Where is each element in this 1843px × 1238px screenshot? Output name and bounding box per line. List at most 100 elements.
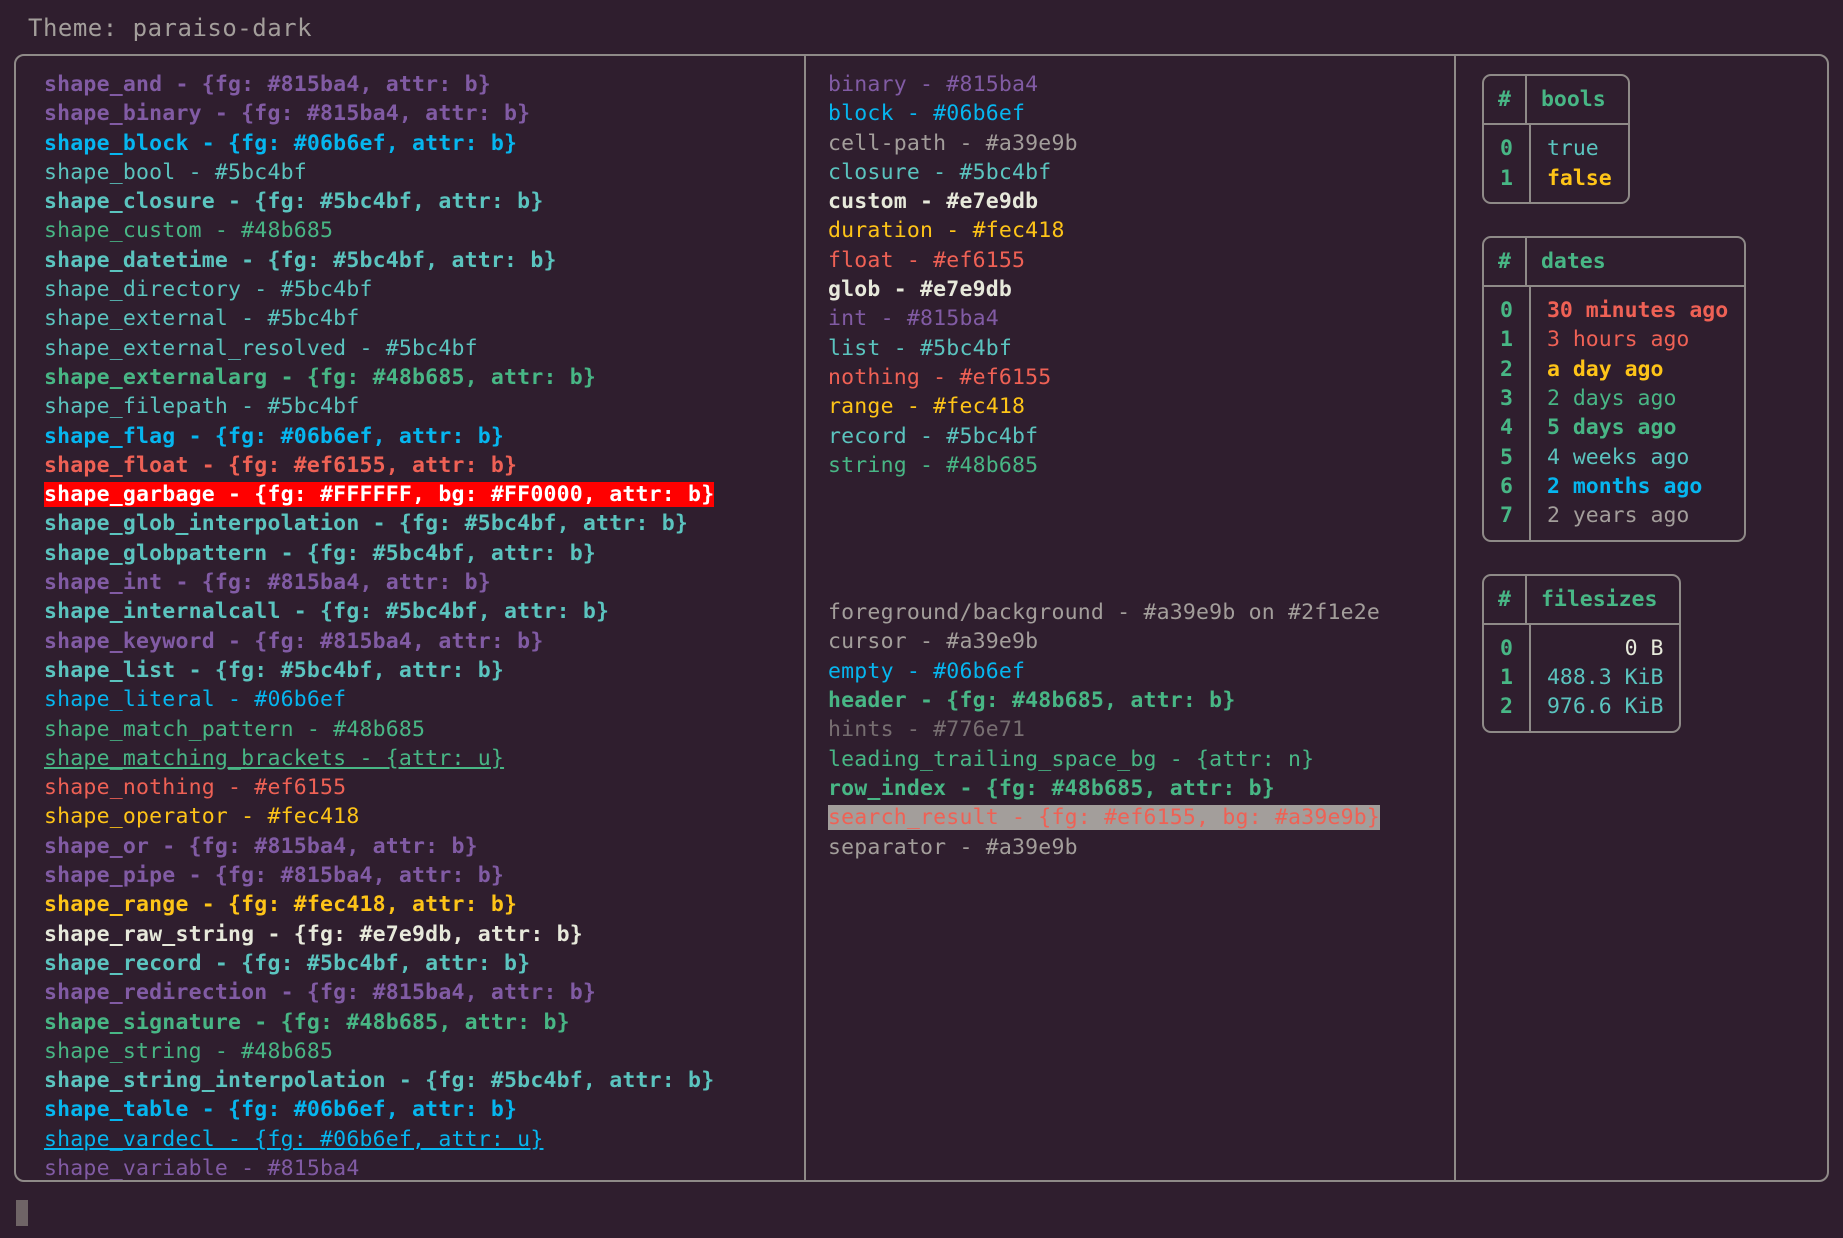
table-row-index: 1 [1484,164,1529,193]
table-row-value: 0 B [1531,634,1680,663]
tables-area: #bools01truefalse#dates0123456730 minute… [1482,74,1827,765]
shape-line: shape_glob_interpolation - {fg: #5bc4bf,… [44,509,804,538]
shape-line: shape_internalcall - {fg: #5bc4bf, attr:… [44,597,804,626]
shape-line: shape_filepath - #5bc4bf [44,392,804,421]
shape-text: shape_block - {fg: #06b6ef, attr: b} [44,131,517,156]
shape-text: shape_float - {fg: #ef6155, attr: b} [44,453,517,478]
type-text: binary - #815ba4 [828,72,1038,97]
ui-text: empty - #06b6ef [828,659,1025,684]
type-text: int - #815ba4 [828,306,999,331]
table-header-row: #dates [1484,238,1744,287]
shape-text: shape_filepath - #5bc4bf [44,394,359,419]
shape-line: shape_string - #48b685 [44,1037,804,1066]
shape-line: shape_redirection - {fg: #815ba4, attr: … [44,978,804,1007]
theme-label: Theme: paraiso-dark [0,0,1843,54]
shape-text: shape_datetime - {fg: #5bc4bf, attr: b} [44,248,557,273]
shape-line: shape_variable - #815ba4 [44,1154,804,1182]
shape-line: shape_directory - #5bc4bf [44,275,804,304]
type-line: closure - #5bc4bf [828,158,1454,187]
shape-text: shape_redirection - {fg: #815ba4, attr: … [44,980,596,1005]
table-header-value-label: filesizes [1527,576,1672,623]
shape-text: shape_record - {fg: #5bc4bf, attr: b} [44,951,530,976]
ui-line: separator - #a39e9b [828,833,1454,862]
shape-text: shape_int - {fg: #815ba4, attr: b} [44,570,491,595]
shape-line: shape_float - {fg: #ef6155, attr: b} [44,451,804,480]
table-row-index: 7 [1484,501,1529,530]
shape-text: shape_flag - {fg: #06b6ef, attr: b} [44,424,504,449]
ui-text: hints - #776e71 [828,717,1025,742]
shape-text: shape_directory - #5bc4bf [44,277,373,302]
ui-text: row_index - {fg: #48b685, attr: b} [828,776,1275,801]
shape-line: shape_vardecl - {fg: #06b6ef, attr: u} [44,1125,804,1154]
table-index-column: 01234567 [1484,287,1531,539]
type-line: int - #815ba4 [828,304,1454,333]
theme-preview-panel: shape_and - {fg: #815ba4, attr: b}shape_… [14,54,1829,1182]
shape-text: shape_bool - #5bc4bf [44,160,307,185]
ui-elements-list: foreground/background - #a39e9b on #2f1e… [828,598,1454,862]
shape-text: shape_list - {fg: #5bc4bf, attr: b} [44,658,504,683]
shape-text: shape_binary - {fg: #815ba4, attr: b} [44,101,530,126]
table-row-value: a day ago [1531,355,1744,384]
ui-text: leading_trailing_space_bg - {attr: n} [828,747,1314,772]
type-text: list - #5bc4bf [828,336,1012,361]
table-header-index-cell: # [1484,76,1527,123]
table-filesizes: #filesizes0120 B488.3 KiB976.6 KiB [1482,574,1681,733]
ui-line: hints - #776e71 [828,715,1454,744]
type-line: list - #5bc4bf [828,334,1454,363]
terminal-cursor [16,1200,28,1226]
shape-line: shape_externalarg - {fg: #48b685, attr: … [44,363,804,392]
table-bools: #bools01truefalse [1482,74,1630,204]
table-row-value: 4 weeks ago [1531,443,1744,472]
shape-text: shape_range - {fg: #fec418, attr: b} [44,892,517,917]
shapes-column: shape_and - {fg: #815ba4, attr: b}shape_… [16,56,806,1180]
ui-text: cursor - #a39e9b [828,629,1038,654]
table-header-index-label: # [1484,76,1525,123]
tables-column: #bools01truefalse#dates0123456730 minute… [1456,56,1827,1180]
shape-line: shape_block - {fg: #06b6ef, attr: b} [44,129,804,158]
shape-text: shape_matching_brackets - {attr: u} [44,746,504,771]
shape-text: shape_signature - {fg: #48b685, attr: b} [44,1010,570,1035]
shape-text: shape_match_pattern - #48b685 [44,717,425,742]
shape-text: shape_external_resolved - #5bc4bf [44,336,478,361]
shape-line: shape_signature - {fg: #48b685, attr: b} [44,1008,804,1037]
shape-line: shape_keyword - {fg: #815ba4, attr: b} [44,627,804,656]
shape-text: shape_garbage - {fg: #FFFFFF, bg: #FF000… [44,482,714,507]
shape-line: shape_record - {fg: #5bc4bf, attr: b} [44,949,804,978]
type-text: cell-path - #a39e9b [828,131,1078,156]
table-index-column: 012 [1484,625,1531,731]
ui-text: foreground/background - #a39e9b on #2f1e… [828,600,1380,625]
table-value-column: truefalse [1531,125,1628,202]
shape-text: shape_string - #48b685 [44,1039,333,1064]
table-row-index: 4 [1484,413,1529,442]
table-row-value: 976.6 KiB [1531,692,1680,721]
shape-line: shape_raw_string - {fg: #e7e9db, attr: b… [44,920,804,949]
shape-line: shape_match_pattern - #48b685 [44,715,804,744]
type-line: cell-path - #a39e9b [828,129,1454,158]
type-line: float - #ef6155 [828,246,1454,275]
table-row-value: 3 hours ago [1531,325,1744,354]
shape-text: shape_string_interpolation - {fg: #5bc4b… [44,1068,714,1093]
shape-text: shape_custom - #48b685 [44,218,333,243]
shape-line: shape_globpattern - {fg: #5bc4bf, attr: … [44,539,804,568]
shape-line: shape_closure - {fg: #5bc4bf, attr: b} [44,187,804,216]
shape-line: shape_garbage - {fg: #FFFFFF, bg: #FF000… [44,480,804,509]
table-row-value: 2 days ago [1531,384,1744,413]
table-row-index: 2 [1484,692,1529,721]
shape-line: shape_bool - #5bc4bf [44,158,804,187]
table-row-index: 0 [1484,634,1529,663]
shape-line: shape_flag - {fg: #06b6ef, attr: b} [44,422,804,451]
shape-text: shape_literal - #06b6ef [44,687,346,712]
ui-line: search_result - {fg: #ef6155, bg: #a39e9… [828,803,1454,832]
shape-text: shape_external - #5bc4bf [44,306,359,331]
shape-text: shape_operator - #fec418 [44,804,359,829]
table-header-row: #filesizes [1484,576,1679,625]
type-text: record - #5bc4bf [828,424,1038,449]
terminal-screen: Theme: paraiso-dark shape_and - {fg: #81… [0,0,1843,1238]
type-text: closure - #5bc4bf [828,160,1051,185]
table-header-value-cell: dates [1527,238,1620,285]
table-row-value: 30 minutes ago [1531,296,1744,325]
shape-line: shape_string_interpolation - {fg: #5bc4b… [44,1066,804,1095]
table-row-value: 2 months ago [1531,472,1744,501]
shape-text: shape_glob_interpolation - {fg: #5bc4bf,… [44,511,688,536]
table-row-index: 3 [1484,384,1529,413]
